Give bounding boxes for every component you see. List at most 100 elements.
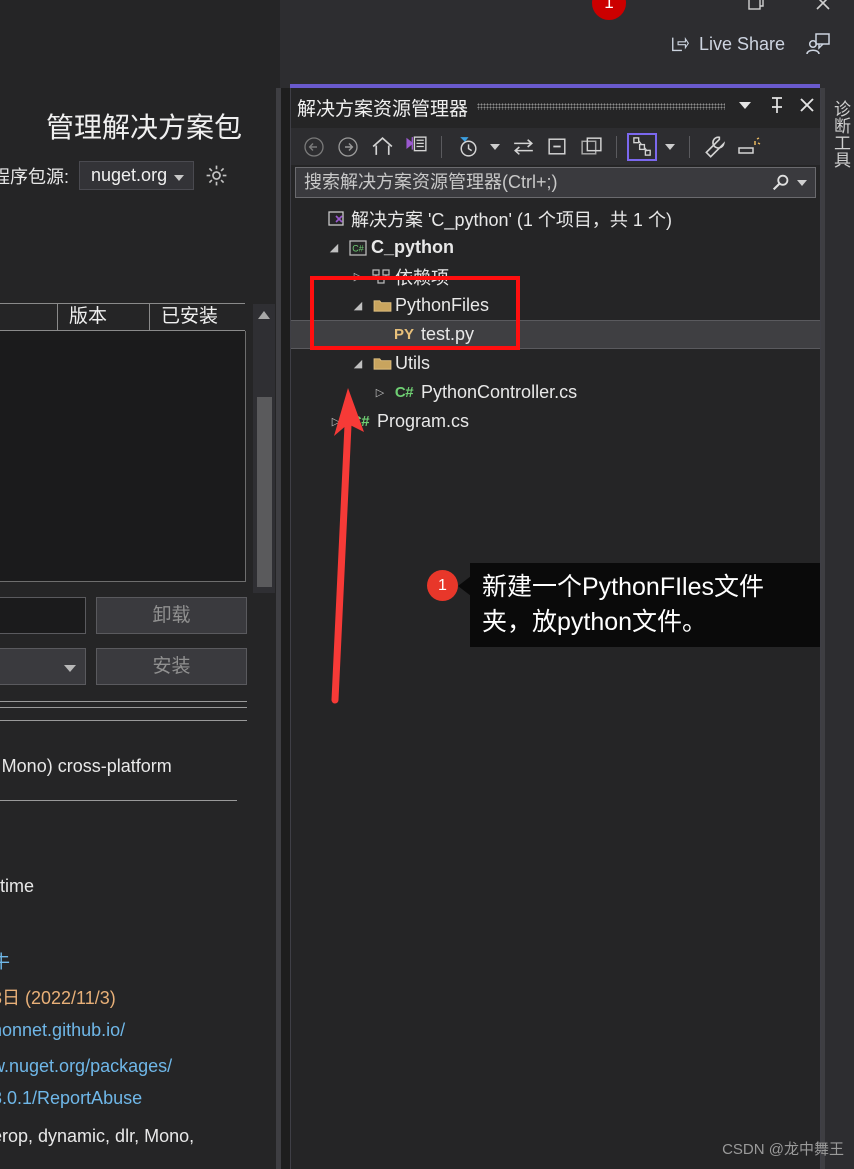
solution-icon xyxy=(325,210,351,228)
tree-item-pythonfiles-folder[interactable]: ◢ PythonFiles xyxy=(291,291,821,320)
wrench-icon[interactable] xyxy=(700,133,730,161)
detail-line-1: | Mono) cross-platform xyxy=(0,756,172,776)
annotation-callout: 新建一个PythonFIles文件 夹，放python文件。 xyxy=(470,563,854,647)
search-input[interactable] xyxy=(304,172,770,193)
tree-item-utils-folder[interactable]: ◢ Utils xyxy=(291,349,821,378)
divider xyxy=(0,720,247,721)
properties-window-icon[interactable] xyxy=(576,133,606,161)
tree-item-label: PythonController.cs xyxy=(421,382,578,402)
folder-icon xyxy=(369,356,395,371)
tree-item-label: test.py xyxy=(421,324,475,344)
version-dropdown[interactable] xyxy=(0,648,86,685)
detail-line-5: erop, dynamic, dlr, Mono, xyxy=(0,1126,195,1146)
dependencies-icon xyxy=(369,268,395,285)
uninstall-button[interactable]: 卸载 xyxy=(96,597,247,634)
csharp-file-icon: C# xyxy=(350,413,370,430)
package-list-scrollbar[interactable] xyxy=(253,304,275,593)
restore-icon[interactable] xyxy=(745,0,767,14)
detail-link-2[interactable]: w.nuget.org/packages/ xyxy=(0,1056,172,1077)
top-left-filler xyxy=(0,0,280,88)
tree-twisty-expanded[interactable]: ◢ xyxy=(347,299,369,312)
tree-item-label: 解决方案 'C_python' (1 个项目，共 1 个) xyxy=(351,209,672,230)
chevron-down-icon[interactable] xyxy=(797,179,807,186)
annotation-text-line1: 新建一个PythonFIles文件 xyxy=(482,573,765,601)
tree-twisty-collapsed[interactable]: ▷ xyxy=(325,415,347,428)
annotation-text-line2: 夹，放python文件。 xyxy=(482,608,708,636)
detail-link-3[interactable]: 3.0.1/ReportAbuse xyxy=(0,1088,142,1109)
chevron-down-icon[interactable] xyxy=(490,143,500,150)
scroll-up-icon[interactable] xyxy=(258,311,270,319)
live-share-button[interactable]: Live Share xyxy=(670,33,785,55)
tree-item-solution[interactable]: 解决方案 'C_python' (1 个项目，共 1 个) xyxy=(291,204,821,233)
install-row: 安装 xyxy=(0,648,247,685)
annotation-step-number: 1 xyxy=(427,570,458,601)
tree-item-label: Utils xyxy=(395,353,430,373)
package-table-header: 版本 已安装 xyxy=(0,303,245,331)
divider xyxy=(0,800,237,801)
svg-text:C#: C# xyxy=(352,243,364,253)
folder-icon xyxy=(369,298,395,313)
install-button[interactable]: 安装 xyxy=(96,648,247,685)
close-icon[interactable] xyxy=(812,0,834,13)
home-icon[interactable] xyxy=(367,133,397,161)
share-person-icon[interactable] xyxy=(805,31,831,57)
show-all-files-icon[interactable] xyxy=(627,132,657,161)
pin-icon[interactable] xyxy=(766,94,788,116)
tree-item-dependencies[interactable]: ▷ 依赖项 xyxy=(291,262,821,291)
diagnostic-tools-rail[interactable]: 诊断工具 xyxy=(820,88,854,1169)
tree-item-label: Program.cs xyxy=(377,411,470,431)
csharp-file-icon: C# xyxy=(394,384,414,401)
tree-item-pythoncontroller-cs[interactable]: ▷ C# PythonController.cs xyxy=(291,378,821,407)
package-source-select[interactable]: nuget.org xyxy=(79,161,195,190)
pending-changes-filter-icon[interactable] xyxy=(452,133,482,161)
column-header-version: 版本 xyxy=(58,304,150,330)
tree-twisty-expanded[interactable]: ◢ xyxy=(323,241,345,254)
share-icon xyxy=(672,37,689,52)
chevron-down-icon[interactable] xyxy=(665,143,675,150)
uninstall-row: 卸载 xyxy=(0,597,247,634)
tree-twisty-collapsed[interactable]: ▷ xyxy=(347,270,369,283)
rail-strip xyxy=(821,88,825,1169)
close-icon[interactable] xyxy=(796,94,818,116)
csharp-project-icon: C# xyxy=(345,239,371,257)
toolbar-separator xyxy=(616,135,617,158)
search-icon[interactable] xyxy=(770,172,792,194)
sync-with-active-document-icon[interactable] xyxy=(508,133,538,161)
detail-link-1[interactable]: honnet.github.io/ xyxy=(0,1020,125,1041)
installed-version-box xyxy=(0,597,86,634)
tree-twisty-collapsed[interactable]: ▷ xyxy=(369,386,391,399)
chevron-down-icon[interactable] xyxy=(734,94,756,116)
detail-line-2: time xyxy=(0,876,35,896)
package-list[interactable] xyxy=(0,331,246,582)
watermark: CSDN @龙中舞王 xyxy=(722,1141,844,1158)
chevron-down-icon xyxy=(174,175,185,181)
python-file-icon: PY xyxy=(393,326,414,343)
tree-item-test-py[interactable]: PY test.py xyxy=(291,320,821,349)
panel-outer-scrollbar[interactable] xyxy=(276,88,281,1169)
solution-search-box[interactable] xyxy=(295,167,816,198)
preview-selected-items-icon[interactable] xyxy=(734,133,764,161)
diagnostic-tools-label: 诊断工具 xyxy=(831,100,850,168)
toolbar-separator xyxy=(441,135,442,158)
forward-icon[interactable] xyxy=(333,133,363,161)
chevron-down-icon xyxy=(64,665,76,672)
package-source-value: nuget.org xyxy=(91,165,168,185)
collapse-all-icon[interactable] xyxy=(542,133,572,161)
tree-item-program-cs[interactable]: ▷ C# Program.cs xyxy=(291,407,821,436)
vs-document-icon[interactable] xyxy=(401,133,431,161)
page-title: 管理解决方案包 xyxy=(46,112,243,143)
tree-item-project[interactable]: ◢ C# C_python xyxy=(291,233,821,262)
scrollbar-thumb[interactable] xyxy=(257,397,272,587)
column-header-name xyxy=(0,304,58,330)
tree-item-label: C_python xyxy=(371,237,454,257)
gear-icon[interactable] xyxy=(204,163,229,188)
column-header-installed: 已安装 xyxy=(161,306,219,327)
live-share-label: Live Share xyxy=(699,33,786,54)
panel-title: 解决方案资源管理器 xyxy=(297,99,469,120)
window-top-strip: 1 Live Share xyxy=(0,0,854,88)
back-icon[interactable] xyxy=(299,133,329,161)
tree-twisty-expanded[interactable]: ◢ xyxy=(347,357,369,370)
package-source-row: 程序包源: nuget.org xyxy=(0,161,229,190)
drag-handle-dots[interactable] xyxy=(477,103,725,110)
solution-tree: 解决方案 'C_python' (1 个项目，共 1 个) ◢ C# C_pyt… xyxy=(291,204,821,436)
